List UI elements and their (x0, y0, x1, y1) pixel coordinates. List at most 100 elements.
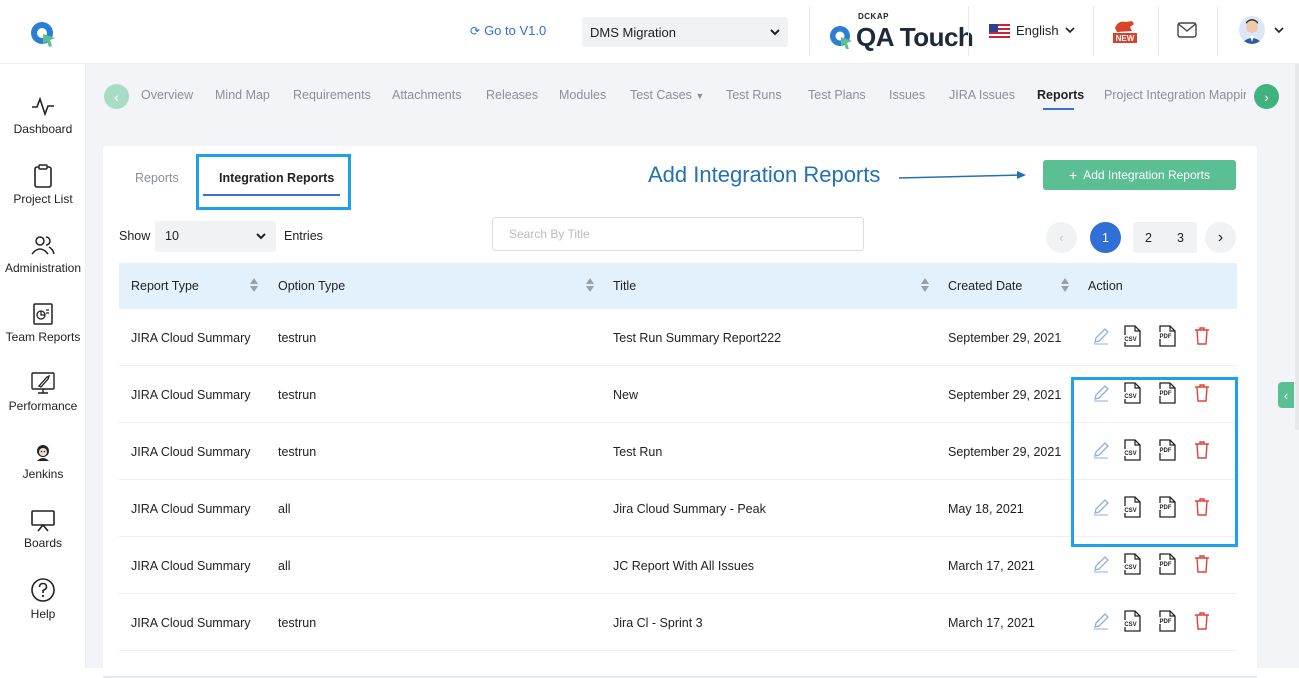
goto-v1-link[interactable]: ⟳ Go to V1.0 (470, 23, 546, 38)
whats-new-icon[interactable]: NEW (1112, 18, 1138, 44)
pdf-icon[interactable]: PDF (1157, 610, 1177, 632)
pagination-page-2[interactable]: 2 (1133, 222, 1164, 253)
refresh-icon: ⟳ (470, 23, 481, 38)
sidebar-item-boards[interactable]: Boards (0, 508, 86, 550)
tab-modules[interactable]: Modules (559, 88, 606, 102)
sort-icon[interactable] (920, 277, 930, 293)
delete-icon[interactable] (1192, 553, 1212, 575)
goto-label: Go to V1.0 (484, 23, 547, 38)
pdf-text: PDF (1160, 562, 1172, 568)
language-select[interactable]: English (989, 23, 1075, 38)
board-icon (31, 510, 55, 532)
project-nav: ‹ Overview Mind Map Requirements Attachm… (86, 64, 1299, 126)
top-bar: ⟳ Go to V1.0 DMS Migration DCKAP QA Touc… (0, 0, 1299, 64)
tab-test-runs[interactable]: Test Runs (726, 88, 782, 102)
tab-reports-list[interactable]: Reports (135, 171, 179, 185)
cell-report-type: JIRA Cloud Summary (131, 445, 251, 459)
entries-label: Entries (284, 229, 323, 243)
tab-jira-issues[interactable]: JIRA Issues (949, 88, 1015, 102)
sidebar: Dashboard Project List Administration Te… (0, 64, 86, 668)
help-icon (31, 578, 55, 602)
cell-option-type: all (278, 559, 291, 573)
cell-option-type: testrun (278, 616, 317, 630)
sidebar-item-dashboard[interactable]: Dashboard (0, 94, 86, 136)
add-integration-reports-button[interactable]: + Add Integration Reports (1043, 160, 1236, 190)
search-input[interactable]: Search By Title (492, 217, 864, 251)
highlight-box (196, 154, 351, 210)
chevron-right-icon: › (1264, 88, 1269, 105)
sort-icon[interactable] (585, 277, 595, 293)
pagination-page-1[interactable]: 1 (1090, 222, 1121, 253)
delete-icon[interactable] (1192, 325, 1212, 347)
nav-next-button[interactable]: › (1254, 84, 1279, 109)
sidebar-item-project-list[interactable]: Project List (0, 164, 86, 206)
side-panel-toggle-button[interactable]: ‹ (1278, 382, 1294, 408)
nav-prev-button[interactable]: ‹ (104, 84, 129, 109)
sidebar-item-team-reports[interactable]: Team Reports (0, 302, 86, 344)
pdf-text: PDF (1160, 619, 1172, 625)
tab-project-integration-mapping[interactable]: Project Integration Mappin (1104, 88, 1246, 102)
tab-issues[interactable]: Issues (889, 88, 925, 102)
qa-touch-logo-icon[interactable] (28, 18, 58, 48)
csv-icon[interactable]: CSV (1122, 553, 1142, 575)
cell-created-date: September 29, 2021 (948, 388, 1062, 402)
tab-overview[interactable]: Overview (141, 88, 193, 102)
edit-icon[interactable] (1091, 610, 1111, 632)
table-row: JIRA Cloud Summary all JC Report With Al… (119, 537, 1237, 594)
sort-icon[interactable] (1060, 277, 1070, 293)
pagination-next-button[interactable]: › (1205, 222, 1236, 253)
main-content: ‹ Overview Mind Map Requirements Attachm… (86, 64, 1299, 678)
csv-icon[interactable]: CSV (1122, 610, 1142, 632)
sidebar-item-performance[interactable]: Performance (0, 371, 86, 413)
tab-mind-map[interactable]: Mind Map (215, 88, 270, 102)
column-header-report-type[interactable]: Report Type (131, 279, 199, 293)
language-label: English (1016, 23, 1059, 38)
sidebar-item-label: Administration (4, 261, 82, 275)
tab-test-plans[interactable]: Test Plans (808, 88, 866, 102)
arrow-right-icon (899, 171, 1026, 179)
tab-requirements[interactable]: Requirements (293, 88, 371, 102)
scrollbar[interactable] (1295, 64, 1299, 430)
csv-text: CSV (1124, 622, 1136, 628)
cell-title: Jira Cloud Summary - Peak (613, 502, 766, 516)
pdf-icon[interactable]: PDF (1157, 553, 1177, 575)
sidebar-item-administration[interactable]: Administration (0, 233, 86, 275)
chevron-down-icon[interactable] (1274, 27, 1284, 34)
sidebar-item-label: Project List (13, 192, 73, 206)
tab-test-cases[interactable]: Test Cases ▼ (630, 88, 704, 102)
tab-attachments[interactable]: Attachments (392, 88, 461, 102)
tab-releases[interactable]: Releases (486, 88, 538, 102)
new-badge-text: NEW (1116, 34, 1135, 43)
avatar[interactable] (1239, 16, 1265, 44)
cell-report-type: JIRA Cloud Summary (131, 502, 251, 516)
edit-icon[interactable] (1091, 325, 1111, 347)
column-header-option-type[interactable]: Option Type (278, 279, 345, 293)
pagination-prev-button[interactable]: ‹ (1046, 222, 1077, 253)
mail-icon[interactable] (1177, 22, 1197, 38)
annotation-label: Add Integration Reports (648, 162, 881, 187)
reports-panel: Reports Integration Reports Add Integrat… (103, 146, 1257, 676)
pdf-icon[interactable]: PDF (1157, 325, 1177, 347)
column-header-title[interactable]: Title (613, 279, 636, 293)
cell-created-date: September 29, 2021 (948, 445, 1062, 459)
entries-select[interactable]: 10 (155, 221, 276, 252)
jenkins-icon (37, 445, 49, 461)
sidebar-item-jenkins[interactable]: Jenkins (0, 443, 86, 481)
edit-icon[interactable] (1091, 553, 1111, 575)
pagination-page-3[interactable]: 3 (1165, 222, 1196, 253)
delete-icon[interactable] (1192, 610, 1212, 632)
sort-icon[interactable] (249, 277, 259, 293)
rocket-icon (31, 372, 55, 394)
pdf-text: PDF (1160, 334, 1172, 340)
project-select[interactable]: DMS Migration (582, 17, 788, 47)
sidebar-item-help[interactable]: Help (0, 577, 86, 621)
tab-reports[interactable]: Reports (1037, 88, 1084, 102)
column-header-created-date[interactable]: Created Date (948, 279, 1022, 293)
active-tab-indicator (1043, 108, 1074, 110)
csv-icon[interactable]: CSV (1122, 325, 1142, 347)
column-header-action: Action (1088, 279, 1123, 293)
cell-option-type: all (278, 502, 291, 516)
highlight-box (1071, 377, 1238, 547)
cell-option-type: testrun (278, 331, 317, 345)
cell-title: Test Run Summary Report222 (613, 331, 782, 345)
